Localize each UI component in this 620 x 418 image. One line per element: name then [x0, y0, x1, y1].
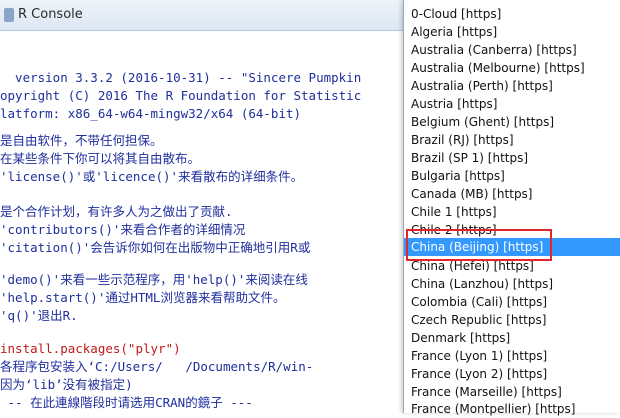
mirror-item[interactable]: Czech Republic [https]: [404, 311, 620, 329]
mirror-item[interactable]: France (Marseille) [https]: [404, 383, 620, 401]
cran-mirror-list[interactable]: 0-Cloud [https] Algeria [https] Australi…: [403, 0, 620, 416]
console-line: 'demo()'来看一些示范程序，用'help()'来阅读在线: [0, 272, 308, 287]
console-line: 'license()'或'licence()'来看散布的详细条件。: [0, 169, 304, 184]
mirror-item[interactable]: Brazil (RJ) [https]: [404, 131, 620, 149]
console-command-line: install.packages("plyr"): [0, 341, 181, 356]
console-line: 'help.start()'通过HTML浏览器来看帮助文件。: [0, 290, 286, 305]
mirror-item[interactable]: China (Lanzhou) [https]: [404, 275, 620, 293]
mirror-item[interactable]: Chile 1 [https]: [404, 203, 620, 221]
window-title: R Console: [18, 7, 83, 22]
mirror-item[interactable]: Belgium (Ghent) [https]: [404, 113, 620, 131]
mirror-item[interactable]: Bulgaria [https]: [404, 167, 620, 185]
mirror-item[interactable]: Brazil (SP 1) [https]: [404, 149, 620, 167]
console-line: opyright (C) 2016 The R Foundation for S…: [0, 88, 362, 103]
mirror-item[interactable]: France (Montpellier) [https]: [404, 400, 620, 418]
console-line: 'q()'退出R.: [0, 308, 78, 323]
console-line: 因为‘lib’没有被指定): [0, 377, 133, 392]
console-line: 'citation()'会告诉你如何在出版物中正确地引用R或: [0, 240, 311, 255]
mirror-item[interactable]: Australia (Melbourne) [https]: [404, 59, 620, 77]
mirror-item[interactable]: Austria [https]: [404, 95, 620, 113]
console-line: 'contributors()'来看合作者的详细情况: [0, 222, 246, 237]
console-line: -- 在此連線階段时请选用CRAN的鏡子 ---: [0, 395, 253, 410]
console-line: 各程序包安装入‘C:/Users/ /Documents/R/win-: [0, 359, 314, 374]
selection-highlight-box: [406, 229, 552, 261]
mirror-item[interactable]: Algeria [https]: [404, 23, 620, 41]
mirror-item[interactable]: France (Lyon 2) [https]: [404, 365, 620, 383]
console-line: 是个合作计划，有许多人为之做出了贡献.: [0, 204, 233, 219]
console-line: latform: x86_64-w64-mingw32/x64 (64-bit): [0, 106, 302, 121]
mirror-item[interactable]: 0-Cloud [https]: [404, 5, 620, 23]
mirror-item[interactable]: Australia (Perth) [https]: [404, 77, 620, 95]
console-line: version 3.3.2 (2016-10-31) -- "Sincere P…: [0, 70, 362, 85]
console-line: 是自由软件，不带任何担保。: [0, 133, 163, 148]
mirror-item[interactable]: Canada (MB) [https]: [404, 185, 620, 203]
mirror-item[interactable]: Denmark [https]: [404, 329, 620, 347]
mirror-item[interactable]: Australia (Canberra) [https]: [404, 41, 620, 59]
console-line: 在某些条件下你可以将其自由散布。: [0, 151, 201, 166]
mirror-item[interactable]: Colombia (Cali) [https]: [404, 293, 620, 311]
mirror-item[interactable]: France (Lyon 1) [https]: [404, 347, 620, 365]
